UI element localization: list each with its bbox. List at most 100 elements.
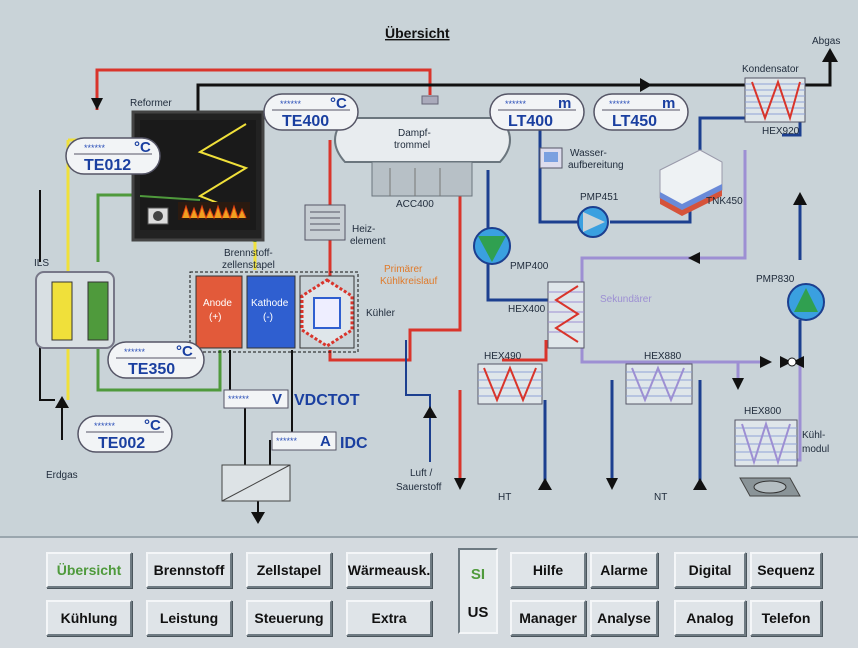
- readout-vdctot[interactable]: ****** V: [223, 389, 289, 409]
- kuehlmodul-label-2: modul: [802, 444, 829, 455]
- nav-button-telefon[interactable]: Telefon: [750, 600, 822, 636]
- abgas-label: Abgas: [812, 36, 840, 47]
- burner-flames: [178, 202, 250, 220]
- luft-label-2: Sauerstoff: [396, 482, 442, 493]
- gauge-te012-unit: °C: [134, 139, 151, 156]
- gauge-lt450-unit: m: [662, 95, 675, 112]
- readout-vdctot-unit: V: [272, 391, 282, 408]
- kathode-label: Kathode: [251, 298, 289, 309]
- dc-converter[interactable]: [221, 464, 291, 502]
- hex800-label: HEX800: [744, 406, 782, 417]
- hex800-cooling-module[interactable]: [734, 419, 798, 467]
- primary-loop-label: Primärer: [384, 264, 423, 275]
- pmp451-label: PMP451: [580, 192, 619, 203]
- readout-idc-stars: ******: [276, 436, 298, 446]
- ils-label: ILS: [34, 258, 49, 269]
- hex920-label: HEX920: [762, 126, 800, 137]
- gauge-lt400[interactable]: ****** m LT400: [489, 93, 585, 131]
- hex490[interactable]: [477, 363, 543, 405]
- dampf-label: Dampf-: [398, 128, 431, 139]
- gauge-te350[interactable]: ****** °C TE350: [107, 341, 205, 379]
- nav-button-analog[interactable]: Analog: [674, 600, 746, 636]
- stack-label-2: zellenstapel: [222, 260, 275, 271]
- readout-idc-name: IDC: [340, 435, 368, 452]
- nav-button-hilfe[interactable]: Hilfe: [510, 552, 586, 588]
- nav-button-leistung[interactable]: Leistung: [146, 600, 232, 636]
- hex400-label: HEX400: [508, 304, 546, 315]
- gauge-lt450[interactable]: ****** m LT450: [593, 93, 689, 131]
- gauge-te400-name: TE400: [282, 113, 329, 130]
- dampf-label-2: trommel: [394, 140, 430, 151]
- three-way-valve[interactable]: [780, 356, 804, 368]
- gauge-te350-unit: °C: [176, 343, 193, 360]
- unit-toggle[interactable]: SI US: [458, 548, 498, 634]
- nav-button-waermeausk[interactable]: Wärmeausk.: [346, 552, 432, 588]
- heiz-label-2: element: [350, 236, 386, 247]
- anode-label-2: (+): [209, 312, 222, 323]
- anode-label: Anode: [203, 298, 232, 309]
- nav-button-manager[interactable]: Manager: [510, 600, 586, 636]
- pmp400-label: PMP400: [510, 261, 549, 272]
- pump-pmp400[interactable]: [473, 227, 511, 265]
- gauge-te012[interactable]: ****** °C TE012: [65, 137, 161, 175]
- gauge-te350-name: TE350: [128, 361, 175, 378]
- page-title: Übersicht: [385, 25, 450, 41]
- hex880[interactable]: [625, 363, 693, 405]
- wasser-label-2: aufbereitung: [568, 160, 624, 171]
- reformer[interactable]: [131, 110, 265, 242]
- unit-si-option[interactable]: SI: [460, 554, 496, 594]
- gauge-te002[interactable]: ****** °C TE002: [77, 415, 173, 453]
- pump-pmp451[interactable]: [577, 206, 609, 238]
- nav-button-extra[interactable]: Extra: [346, 600, 432, 636]
- luft-label: Luft /: [410, 468, 432, 479]
- nav-button-analyse[interactable]: Analyse: [590, 600, 658, 636]
- kuehler-label: Kühler: [366, 308, 396, 319]
- nav-button-brennstoff[interactable]: Brennstoff: [146, 552, 232, 588]
- ils-unit[interactable]: [35, 271, 115, 349]
- nt-label: NT: [654, 492, 667, 503]
- hex490-label: HEX490: [484, 351, 522, 362]
- nav-button-kuehlung[interactable]: Kühlung: [46, 600, 132, 636]
- gauge-te400[interactable]: ****** °C TE400: [263, 93, 359, 131]
- nav-button-digital[interactable]: Digital: [674, 552, 746, 588]
- readout-idc-unit: A: [320, 433, 331, 450]
- reformer-label: Reformer: [130, 98, 172, 109]
- stack-label: Brennstoff-: [224, 248, 273, 259]
- cooler[interactable]: [299, 275, 355, 349]
- gauge-te350-stars: ******: [124, 347, 146, 357]
- ht-label: HT: [498, 492, 511, 503]
- fan-icon: [739, 477, 801, 497]
- water-treatment[interactable]: [539, 147, 563, 169]
- hex880-label: HEX880: [644, 351, 682, 362]
- gauge-te002-stars: ******: [94, 421, 116, 431]
- gauge-te002-name: TE002: [98, 435, 145, 452]
- nav-button-uebersicht[interactable]: Übersicht: [46, 552, 132, 588]
- gauge-te400-unit: °C: [330, 95, 347, 112]
- gauge-te012-name: TE012: [84, 157, 131, 174]
- heating-element[interactable]: [304, 204, 346, 241]
- tnk450-label: TNK450: [706, 196, 743, 207]
- hex400[interactable]: [547, 281, 585, 349]
- gauge-lt450-stars: ******: [609, 99, 631, 109]
- kondensator-label: Kondensator: [742, 64, 799, 75]
- nav-button-steuerung[interactable]: Steuerung: [246, 600, 332, 636]
- gauge-te002-unit: °C: [144, 417, 161, 434]
- heiz-label: Heiz-: [352, 224, 375, 235]
- kathode-label-2: (-): [263, 312, 273, 323]
- pump-pmp830[interactable]: [787, 283, 825, 321]
- gauge-lt400-unit: m: [558, 95, 571, 112]
- unit-us-option[interactable]: US: [460, 592, 496, 632]
- gauge-lt400-name: LT400: [508, 113, 553, 130]
- gauge-te012-stars: ******: [84, 143, 106, 153]
- wasser-label: Wasser-: [570, 148, 607, 159]
- readout-idc[interactable]: ****** A: [271, 431, 337, 451]
- condenser-hex920[interactable]: [744, 77, 806, 123]
- gauge-te400-stars: ******: [280, 99, 302, 109]
- nav-button-zellstapel[interactable]: Zellstapel: [246, 552, 332, 588]
- nav-button-sequenz[interactable]: Sequenz: [750, 552, 822, 588]
- erdgas-label: Erdgas: [46, 470, 78, 481]
- gauge-lt400-stars: ******: [505, 99, 527, 109]
- kuehlmodul-label: Kühl-: [802, 430, 825, 441]
- acc400-label: ACC400: [396, 199, 434, 210]
- nav-button-alarme[interactable]: Alarme: [590, 552, 658, 588]
